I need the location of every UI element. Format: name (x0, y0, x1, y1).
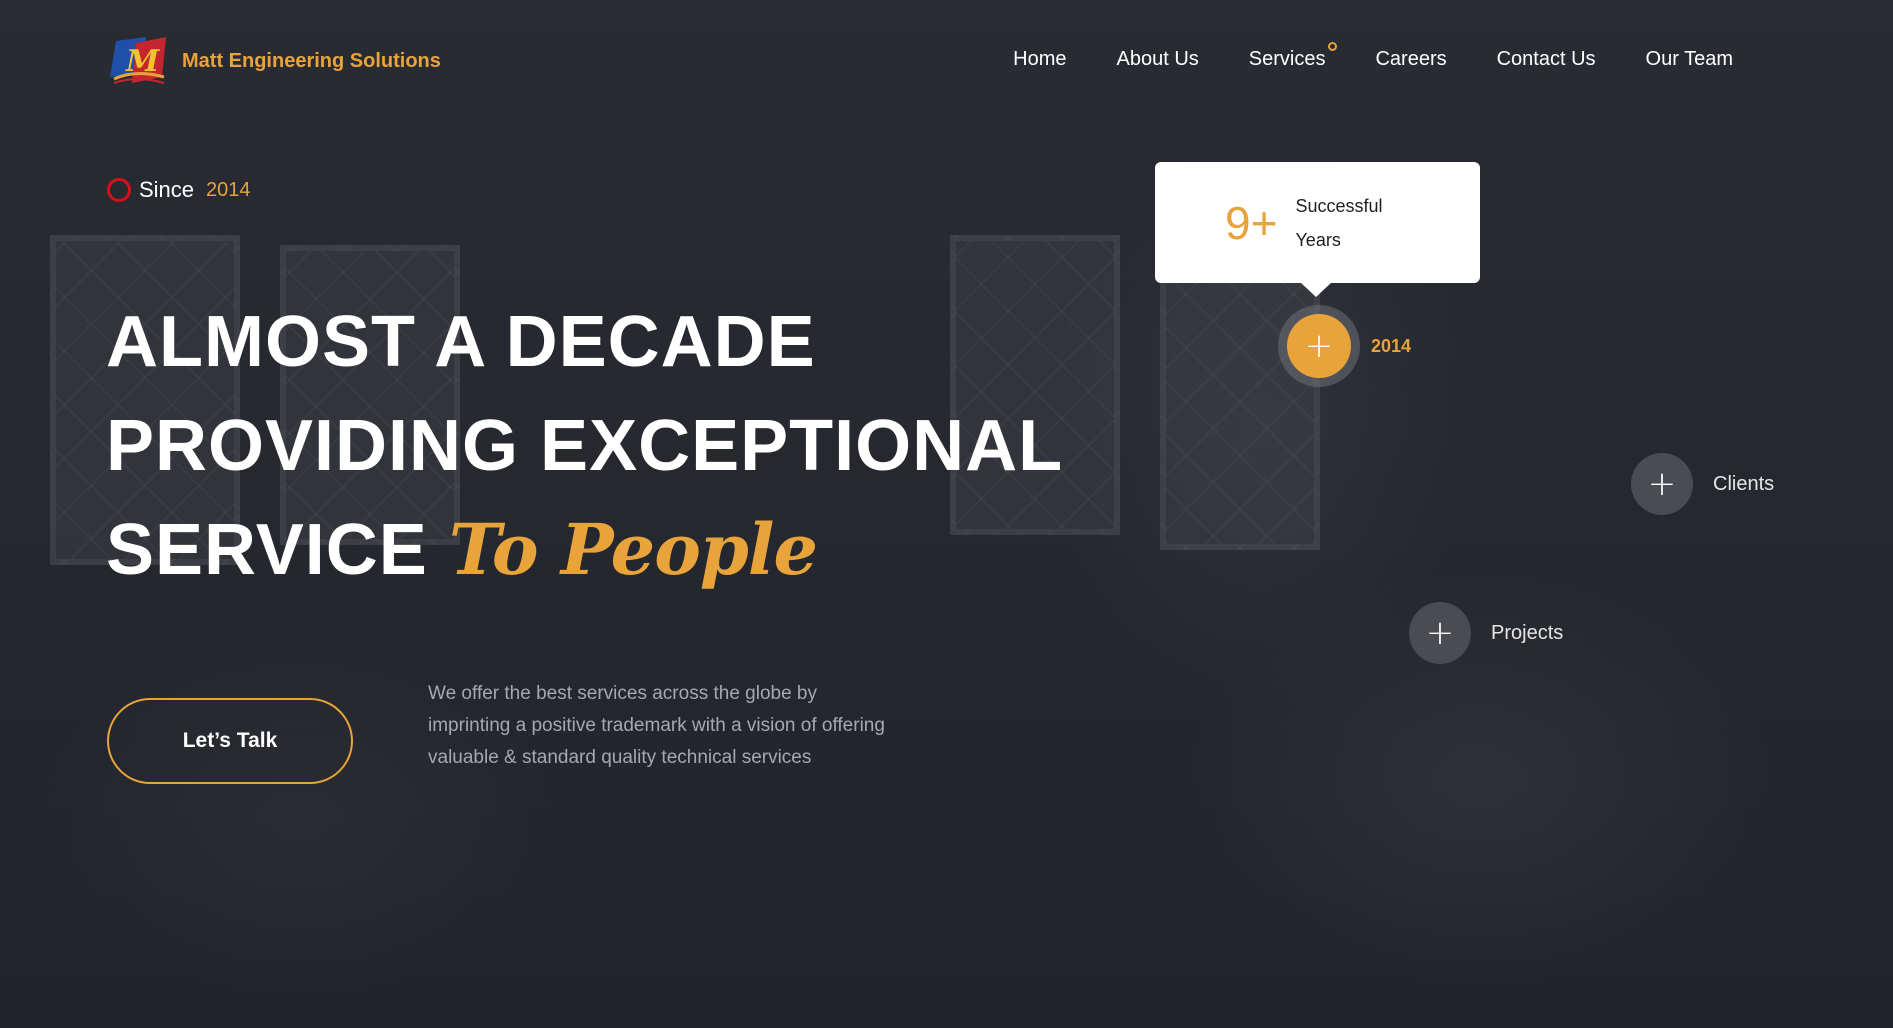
plus-icon: + (1287, 314, 1351, 378)
stats-number: 9+ (1225, 196, 1278, 249)
hero-description: We offer the best services across the gl… (428, 683, 885, 768)
since-badge: Since 2014 (107, 177, 251, 203)
headline-line-1: ALMOST A DECADE (106, 302, 816, 382)
plus-icon: + (1631, 453, 1693, 515)
hotspot-clients-label: Clients (1713, 472, 1775, 495)
nav-services[interactable]: Services (1248, 42, 1338, 71)
headline-line-2: PROVIDING EXCEPTIONAL (106, 406, 1064, 486)
logo-letter: M (125, 44, 160, 79)
hotspot-projects-label: Projects (1491, 621, 1564, 644)
since-year: 2014 (206, 178, 251, 201)
since-label: Since (139, 177, 195, 202)
main-nav: Home About Us Services Careers Contact U… (1013, 42, 1733, 71)
nav-contact-us[interactable]: Contact Us (1497, 48, 1596, 71)
hotspot-projects[interactable]: + Projects (1409, 602, 1563, 664)
brand-name: Matt Engineering Solutions (182, 49, 441, 72)
nav-about-us[interactable]: About Us (1117, 48, 1199, 71)
plus-icon: + (1409, 602, 1471, 664)
nav-our-team[interactable]: Our Team (1646, 48, 1733, 71)
nav-careers[interactable]: Careers (1375, 48, 1446, 71)
dropdown-indicator-icon (1328, 42, 1338, 51)
lets-talk-button[interactable]: Let’s Talk (107, 698, 353, 784)
nav-services-label: Services (1248, 48, 1326, 70)
ring-icon (107, 178, 131, 202)
brand-logo[interactable]: M Matt Engineering Solutions (106, 33, 441, 89)
nav-home[interactable]: Home (1013, 48, 1066, 71)
stats-tooltip-card: 9+ Successful Years (1155, 162, 1480, 297)
hero-headline: ALMOST A DECADE PROVIDING EXCEPTIONAL SE… (106, 290, 1063, 602)
stats-text: Successful Years (1295, 195, 1383, 250)
headline-line-3: SERVICE To People (106, 498, 1063, 602)
hotspot-clients[interactable]: + Clients (1631, 453, 1774, 515)
logo-icon: M (106, 33, 170, 89)
headline-line-3-text: SERVICE (106, 510, 428, 590)
hotspot-year[interactable]: + 2014 (1287, 314, 1411, 378)
headline-accent: To People (448, 508, 818, 591)
hotspot-year-label: 2014 (1371, 335, 1412, 356)
